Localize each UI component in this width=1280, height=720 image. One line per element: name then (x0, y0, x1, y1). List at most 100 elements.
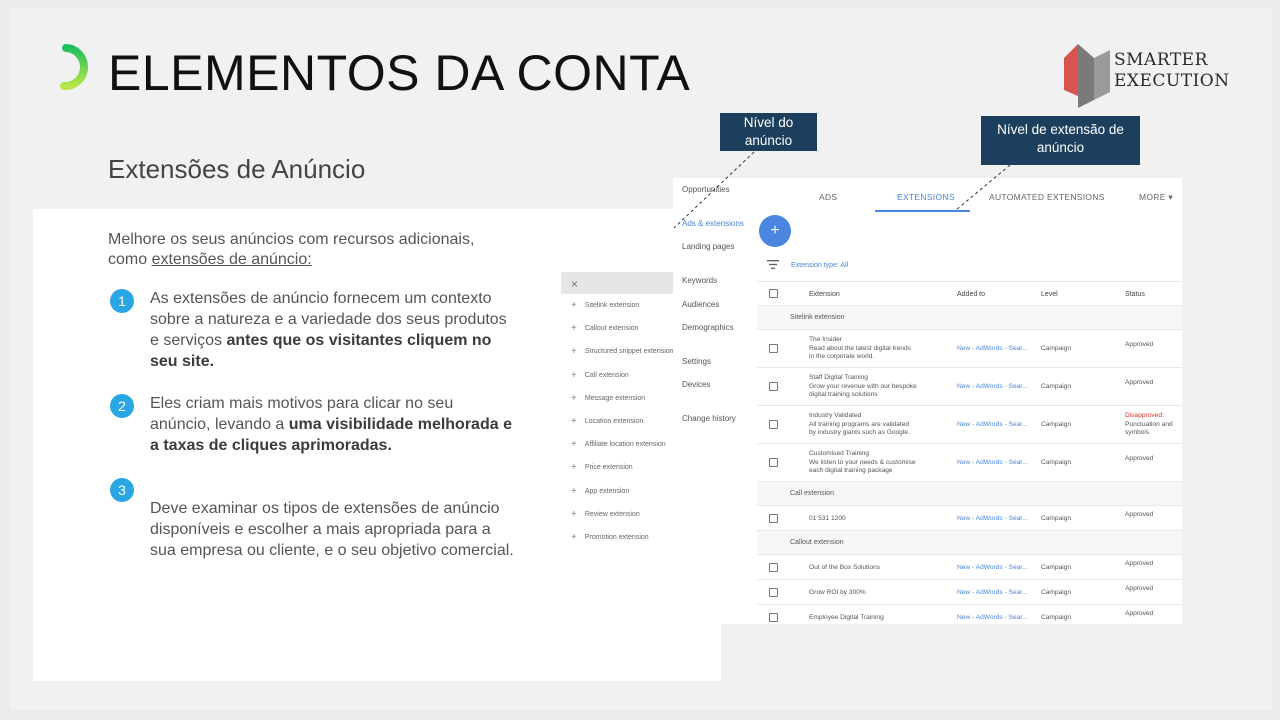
col-added-to[interactable]: Added to (957, 291, 985, 299)
row-checkbox[interactable] (769, 612, 778, 622)
status-value: Approved (1125, 609, 1154, 617)
row-checkbox[interactable] (769, 587, 778, 597)
extension-type-item[interactable]: + App extension (561, 480, 673, 503)
table-row[interactable]: Grow ROI by 300% New - AdWords - Sear... C… (757, 579, 1182, 604)
group-header: Sitelink extension (757, 305, 1182, 329)
extension-title: Customised Training (809, 450, 870, 457)
filter-icon[interactable] (767, 260, 779, 269)
added-to-link[interactable]: New - AdWords - Sear... (957, 383, 1028, 391)
row-checkbox[interactable] (769, 344, 778, 353)
add-extension-button[interactable]: + (759, 215, 791, 247)
added-to-link[interactable]: New - AdWords - Sear... (957, 614, 1028, 622)
row-checkbox[interactable] (769, 513, 778, 523)
nav-opportunities[interactable]: Opportunities (682, 185, 730, 194)
extension-type-item[interactable]: + Affiliate location extension (561, 433, 673, 456)
added-to-link[interactable]: New - AdWords - Sear... (957, 515, 1028, 523)
table-row[interactable]: Customised Training We listen to your nee… (757, 443, 1182, 481)
plus-icon: + (571, 392, 577, 404)
nav-demographics[interactable]: Demographics (682, 323, 734, 332)
group-name: Call extension (790, 490, 834, 497)
plus-icon: + (571, 508, 577, 520)
table-row[interactable]: Out of the Box Solutions New - AdWords - … (757, 554, 1182, 579)
extension-type-label: App extension (584, 487, 630, 495)
section-subtitle: Extensões de Anúncio (108, 154, 366, 184)
plus-icon: + (571, 416, 577, 428)
status-value: Disapproved: (1125, 412, 1164, 419)
nav-ads-extensions[interactable]: Ads & extensions (682, 219, 744, 228)
nav-landing-pages[interactable]: Landing pages (682, 242, 735, 251)
extension-type-label: Price extension (584, 464, 633, 472)
extension-title: Out of the Box Solutions (809, 563, 881, 571)
table-row[interactable]: 01 531 1200 New - AdWords - Sear... Campai… (757, 505, 1182, 530)
group-name: Callout extension (790, 539, 844, 546)
table-row[interactable]: Industry Validated All training programs … (757, 405, 1182, 443)
added-to-link[interactable]: New - AdWords - Sear... (957, 459, 1028, 467)
point-2-text: Eles criam mais motivos para clicar no s… (150, 393, 518, 456)
extension-title: Employee Digital Training (809, 613, 884, 621)
tab-automated-extensions[interactable]: AUTOMATED EXTENSIONS (989, 192, 1105, 202)
extension-description: All training programs are validated (809, 420, 910, 428)
plus-icon: + (571, 300, 577, 312)
plus-icon: + (571, 369, 577, 381)
status-value: Punctuation and (1125, 420, 1173, 428)
extension-type-item[interactable]: + Price extension (561, 456, 673, 479)
extension-description: digital training solutions (809, 391, 878, 398)
callout-extension-level: Nível de extensão de anúncio (981, 116, 1140, 165)
status-value: Approved (1125, 455, 1154, 462)
added-to-link[interactable]: New - AdWords - Sear... (957, 589, 1028, 597)
extension-type-label: Message extension (584, 394, 646, 402)
nav-devices[interactable]: Devices (682, 380, 710, 389)
tab-extensions[interactable]: EXTENSIONS (897, 192, 955, 202)
table-row[interactable]: Staff Digital Training Grow your revenue … (757, 367, 1182, 405)
nav-audiences[interactable]: Audiences (682, 300, 719, 309)
nav-settings[interactable]: Settings (682, 357, 711, 366)
extension-type-item[interactable]: + Location extension (561, 410, 673, 433)
added-to-link[interactable]: New - AdWords - Sear... (957, 421, 1028, 429)
table-row[interactable]: The Insider Read about the latest digital… (757, 329, 1182, 367)
extension-type-item[interactable]: + Promotion extension (561, 526, 673, 549)
row-checkbox[interactable] (769, 458, 778, 467)
extension-type-item[interactable]: + Structured snippet extension (561, 340, 674, 363)
brand-mark-icon (1064, 44, 1110, 108)
group-header: Call extension (757, 481, 1182, 505)
select-all-checkbox[interactable] (769, 289, 778, 298)
filter-label[interactable]: Extension type: All (791, 262, 848, 269)
level-value: Campaign (1041, 383, 1072, 390)
row-checkbox[interactable] (769, 562, 778, 572)
extension-title: Grow ROI by 300% (809, 588, 866, 596)
extension-type-label: Review extension (584, 510, 640, 518)
col-level[interactable]: Level (1041, 291, 1058, 299)
extension-type-item[interactable]: + Call extension (561, 364, 673, 387)
col-extension[interactable]: Extension (809, 291, 840, 299)
plus-icon: + (571, 485, 577, 497)
nav-change-history[interactable]: Change history (682, 414, 736, 423)
tab-more[interactable]: MORE ▾ (1139, 192, 1173, 203)
extension-description: We listen to your needs & customise (809, 458, 916, 466)
extension-description: Grow your revenue with our bespoke (809, 382, 917, 390)
extension-title: The Insider (809, 336, 842, 343)
added-to-link[interactable]: New - AdWords - Sear... (957, 564, 1028, 572)
callout-ad-level: Nível do anúncio (720, 113, 817, 151)
tab-ads[interactable]: ADS (819, 192, 837, 202)
level-value: Campaign (1041, 514, 1072, 522)
nav-keywords[interactable]: Keywords (682, 276, 717, 285)
level-value: Campaign (1041, 588, 1072, 596)
extension-type-item[interactable]: + Callout extension (561, 317, 673, 340)
brand-name-line1: SMARTER (1114, 50, 1208, 70)
extension-type-item[interactable]: + Sitelink extension (561, 294, 673, 317)
logo-c-icon (60, 44, 89, 90)
extension-type-item[interactable]: + Review extension (561, 503, 673, 526)
extension-type-list: + Sitelink extension + Callout extension + St… (561, 294, 674, 549)
table-row[interactable]: Employee Digital Training New - AdWords -… (757, 604, 1182, 629)
extension-type-label: Call extension (584, 371, 629, 379)
row-checkbox[interactable] (769, 420, 778, 429)
close-icon[interactable]: × (561, 272, 673, 294)
campaign-nav: Opportunities Ads & extensions Landing p… (673, 178, 757, 624)
added-to-link[interactable]: New - AdWords - Sear... (957, 345, 1028, 353)
level-value: Campaign (1041, 421, 1072, 428)
row-checkbox[interactable] (769, 382, 778, 391)
extension-description: by industry giants such as Google. (809, 429, 910, 436)
col-status[interactable]: Status (1125, 291, 1145, 299)
extension-type-item[interactable]: + Message extension (561, 387, 673, 410)
status-value: Approved (1125, 379, 1154, 386)
